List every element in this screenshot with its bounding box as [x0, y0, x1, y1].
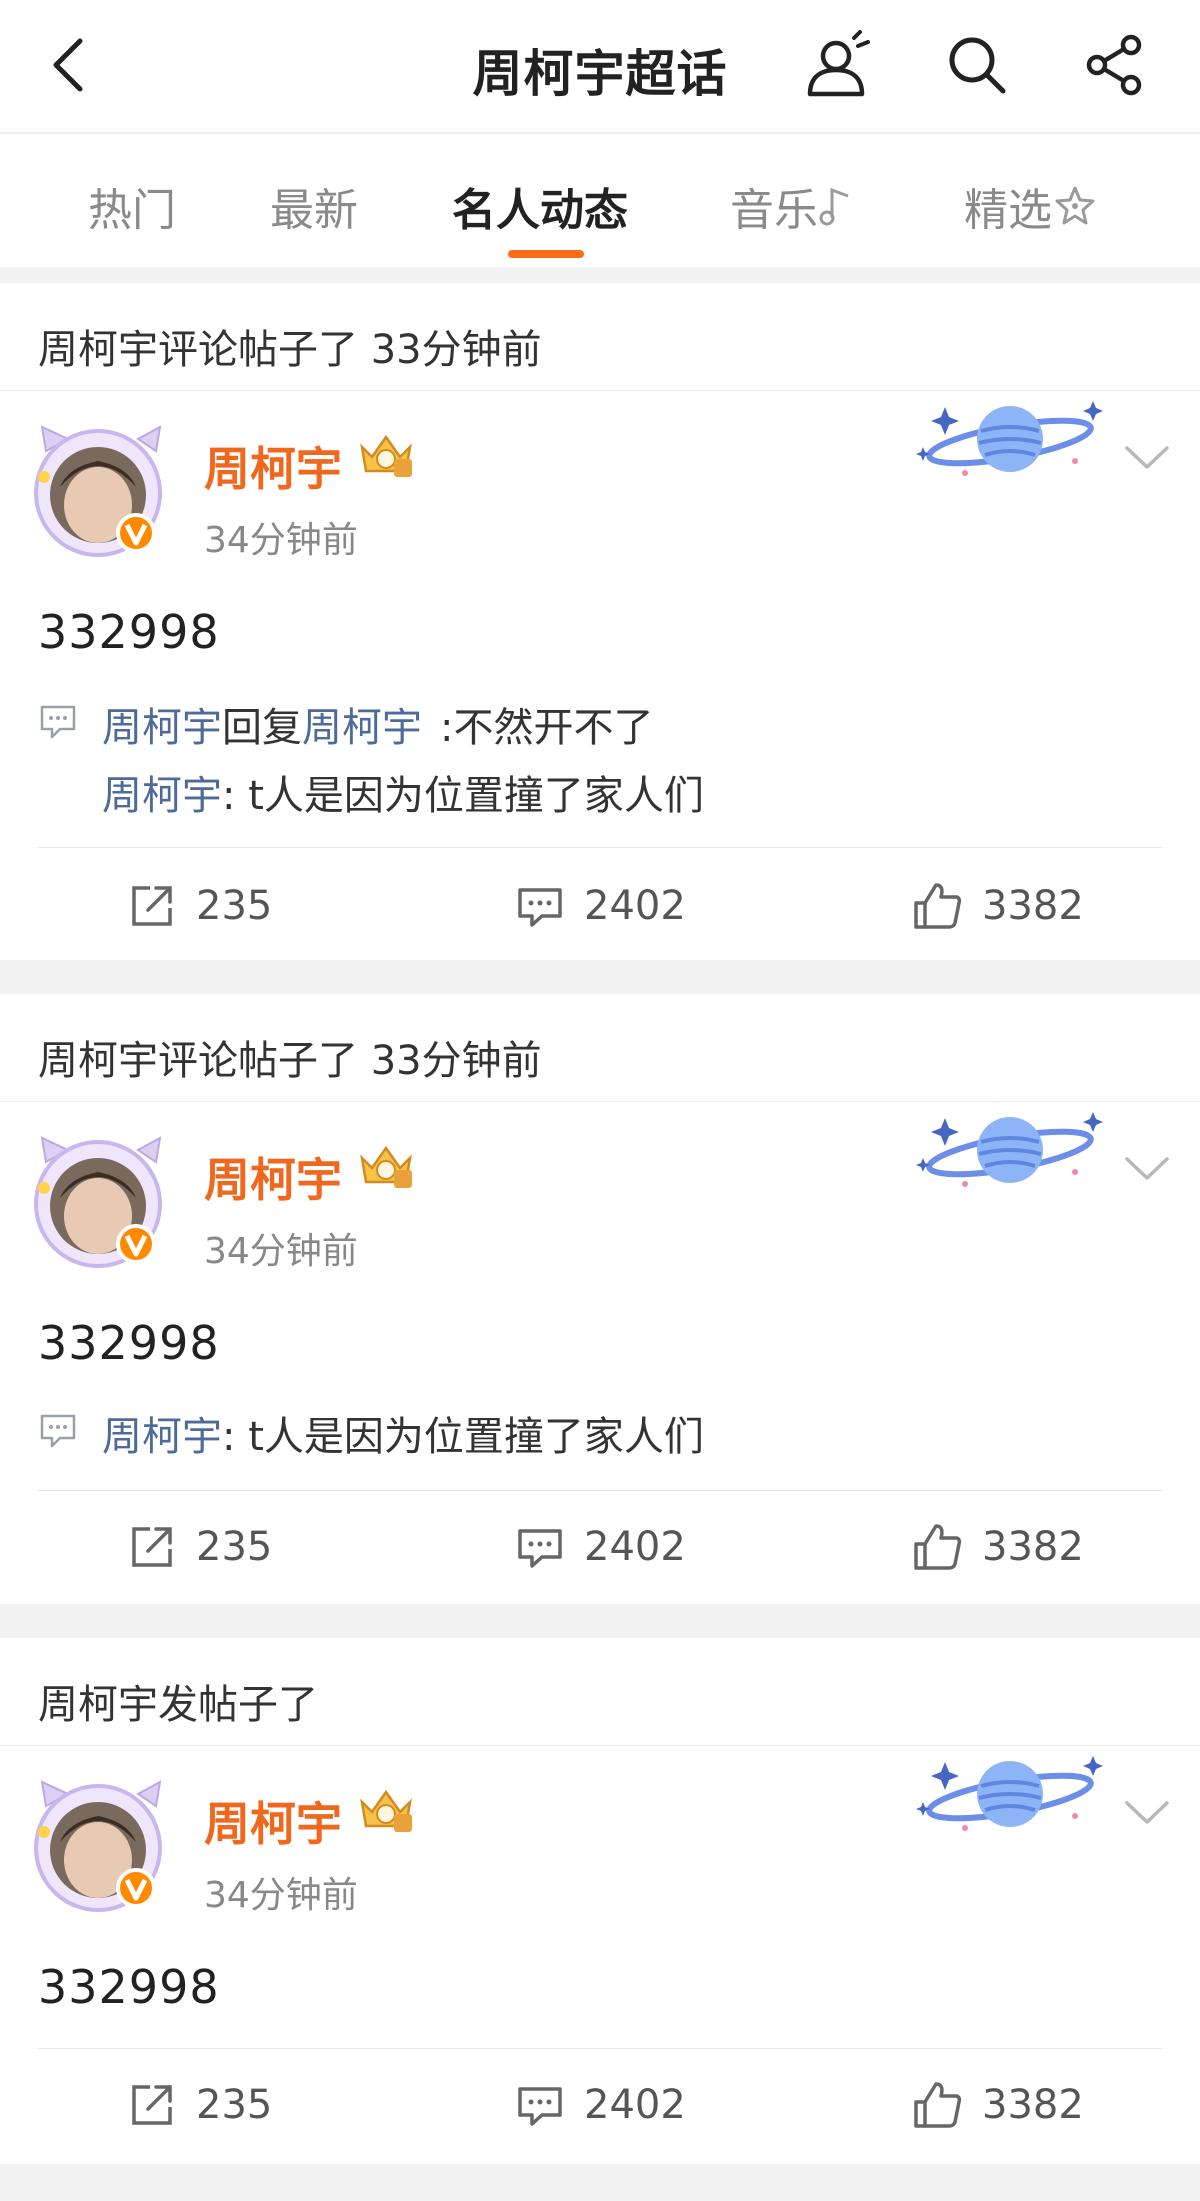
repost-button[interactable]: 235	[128, 861, 272, 951]
sparkle-star-icon	[1055, 186, 1095, 225]
activity-text: 周柯宇发帖子了	[38, 1682, 318, 1728]
activity-text: 周柯宇评论帖子了 33分钟前	[38, 1038, 542, 1084]
fan-badge-icon	[360, 434, 412, 477]
repost-icon	[132, 2085, 172, 2125]
thumbs-up-icon	[914, 2082, 962, 2128]
expand-menu-button[interactable]	[1120, 1786, 1174, 1840]
planet-decoration-icon	[916, 1112, 1103, 1187]
comment-count: 2402	[584, 2082, 686, 2128]
divider	[38, 1490, 1162, 1491]
avatar[interactable]	[32, 1132, 168, 1272]
like-button[interactable]: 3382	[912, 2060, 1084, 2150]
tab-bar: 热门 最新 名人动态 音乐 精选	[0, 134, 1200, 267]
comment-text: : t人是因为位置撞了家人们	[222, 773, 704, 819]
thumbs-up-icon	[914, 883, 962, 929]
comment-user[interactable]: 周柯宇	[102, 773, 222, 819]
fan-badge-icon	[360, 1789, 412, 1832]
search-icon	[949, 37, 1006, 94]
activity-text: 周柯宇评论帖子了 33分钟前	[38, 327, 542, 373]
like-count: 3382	[982, 1524, 1084, 1570]
author-name[interactable]: 周柯宇	[204, 433, 342, 499]
reply-to-user[interactable]: 周柯宇	[302, 705, 422, 751]
comment-text: : t人是因为位置撞了家人们	[222, 1414, 704, 1460]
like-count: 3382	[982, 2082, 1084, 2128]
author-name[interactable]: 周柯宇	[204, 1788, 342, 1854]
fan-badge-icon	[360, 1145, 412, 1188]
music-note-icon	[819, 187, 849, 226]
divider	[38, 847, 1162, 848]
repost-button[interactable]: 235	[128, 2060, 272, 2150]
post-time: 34分钟前	[204, 520, 358, 561]
share-button[interactable]	[1080, 30, 1150, 100]
post-content[interactable]: 332998	[38, 1316, 220, 1370]
comment-icon	[518, 1529, 562, 1568]
post-content[interactable]: 332998	[38, 605, 220, 659]
post-card: 周柯宇评论帖子了 33分钟前 周柯宇 34分钟前 332998 周柯宇回复周柯宇…	[0, 283, 1200, 960]
page-title: 周柯宇超话	[472, 45, 728, 103]
chevron-down-icon	[1125, 1801, 1169, 1824]
active-tab-indicator	[508, 250, 584, 258]
post-card: 周柯宇评论帖子了 33分钟前 周柯宇 34分钟前 332998 周柯宇: t人是…	[0, 994, 1200, 1604]
comment-bubble-icon	[40, 1414, 76, 1448]
comment-bubble-icon	[40, 705, 76, 739]
author-name[interactable]: 周柯宇	[204, 1144, 342, 1210]
comment-text: :不然开不了	[440, 705, 654, 751]
comment-user[interactable]: 周柯宇	[102, 705, 222, 751]
reply-word: 回复	[222, 705, 302, 751]
avatar-sparkle-button[interactable]	[802, 30, 872, 100]
tab-featured[interactable]: 精选	[964, 174, 1098, 238]
chevron-down-icon	[1125, 446, 1169, 469]
post-card: 周柯宇发帖子了 周柯宇 34分钟前 332998 235 2402 3382	[0, 1638, 1200, 2164]
repost-button[interactable]: 235	[128, 1502, 272, 1592]
comment-count: 2402	[584, 1524, 686, 1570]
planet-decoration-icon	[916, 1756, 1103, 1831]
repost-count: 235	[196, 883, 273, 929]
repost-icon	[132, 1527, 172, 1567]
expand-menu-button[interactable]	[1120, 431, 1174, 485]
comment-button[interactable]: 2402	[516, 1502, 686, 1592]
planet-decoration-icon	[916, 401, 1103, 476]
search-button[interactable]	[942, 30, 1012, 100]
comment-icon	[518, 2087, 562, 2126]
chevron-down-icon	[1125, 1157, 1169, 1180]
expand-menu-button[interactable]	[1120, 1142, 1174, 1196]
avatar-sparkle-icon	[807, 30, 870, 97]
activity-header: 周柯宇发帖子了	[0, 1638, 1200, 1746]
comment-button[interactable]: 2402	[516, 2060, 686, 2150]
tab-celebrity-updates[interactable]: 名人动态	[452, 174, 628, 238]
repost-count: 235	[196, 1524, 273, 1570]
share-icon	[1086, 34, 1142, 96]
comment-user[interactable]: 周柯宇	[102, 1414, 222, 1460]
like-button[interactable]: 3382	[912, 1502, 1084, 1592]
thumbs-up-icon	[914, 1524, 962, 1570]
activity-header: 周柯宇评论帖子了 33分钟前	[0, 994, 1200, 1102]
tab-hot[interactable]: 热门	[88, 174, 176, 238]
post-time: 34分钟前	[204, 1231, 358, 1272]
tab-music[interactable]: 音乐	[730, 174, 854, 238]
activity-header: 周柯宇评论帖子了 33分钟前	[0, 283, 1200, 391]
repost-count: 235	[196, 2082, 273, 2128]
tab-latest[interactable]: 最新	[270, 174, 358, 238]
like-count: 3382	[982, 883, 1084, 929]
avatar[interactable]	[32, 421, 168, 561]
post-content[interactable]: 332998	[38, 1960, 220, 2014]
comment-count: 2402	[584, 883, 686, 929]
post-time: 34分钟前	[204, 1875, 358, 1916]
top-bar: 周柯宇超话	[0, 0, 1200, 133]
comment-button[interactable]: 2402	[516, 861, 686, 951]
repost-icon	[132, 886, 172, 926]
avatar[interactable]	[32, 1776, 168, 1916]
comment-icon	[518, 888, 562, 927]
like-button[interactable]: 3382	[912, 861, 1084, 951]
divider	[38, 2048, 1162, 2049]
